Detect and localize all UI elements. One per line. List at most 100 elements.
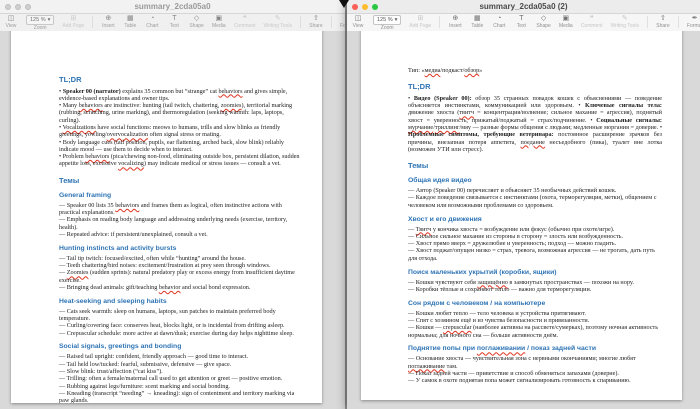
doc-paragraph[interactable]: — Коробки тёплые и сохраняют тепло — важ… — [408, 286, 662, 293]
title-bar[interactable]: summary_2cda05a0 (2) — [347, 0, 700, 14]
misspelled-word: crepuscular — [443, 324, 472, 331]
doc-paragraph[interactable]: • Видео (Speaker 00): обзор 35 странных … — [408, 95, 662, 153]
chart-icon: ◔ — [497, 15, 501, 23]
doc-paragraph[interactable]: — У самок в охоте поднятая попа может си… — [408, 377, 662, 384]
doc-heading[interactable]: Хвост и его движения — [408, 216, 662, 224]
toolbar-label: Insert — [102, 23, 115, 29]
doc-paragraph[interactable]: — Zoomies (sudden sprints): natural pred… — [59, 269, 302, 284]
doc-paragraph[interactable]: — Твитч у кончика хвоста = возбуждение и… — [408, 226, 662, 233]
doc-paragraph[interactable]: — Хвост поджат/опущен низко = страх, тре… — [408, 247, 662, 262]
toolbar-media-button[interactable]: ▣Media — [559, 15, 573, 29]
doc-paragraph[interactable]: — Кошки любят тепло — тело человека и ус… — [408, 310, 662, 317]
doc-paragraph[interactable]: — Repeated advice: if persistent/unexpla… — [59, 231, 302, 238]
share-icon: ⇧ — [660, 15, 666, 23]
doc-heading[interactable]: Social signals, greetings and bonding — [59, 343, 302, 351]
title-bar[interactable]: summary_2cda05a0 — [0, 0, 345, 14]
view-icon: ◫ — [355, 15, 362, 23]
misspelled-word: Твитч — [416, 226, 432, 233]
misspelled-word: твитч — [459, 109, 474, 116]
doc-heading[interactable]: General framing — [59, 192, 302, 200]
doc-paragraph[interactable]: — Kneading (transcript “needing” → knead… — [59, 390, 302, 403]
doc-paragraph[interactable]: — Curling/covering face: conserves heat,… — [59, 322, 302, 329]
shape-icon: ◇ — [194, 15, 199, 23]
doc-paragraph[interactable]: — Tail held low/tucked: fearful, submiss… — [59, 361, 302, 368]
doc-paragraph[interactable]: — Rubbing against legs/furniture: scent … — [59, 383, 302, 390]
doc-paragraph[interactable]: — Сильное сильное махание из стороны в с… — [408, 233, 662, 240]
toolbar-label: Chart — [146, 23, 158, 29]
doc-paragraph[interactable]: — Автор (Speaker 00) перечисляет и объяс… — [408, 187, 662, 194]
toolbar-chart-button[interactable]: ◔Chart — [145, 15, 159, 29]
doc-paragraph[interactable]: — Основание хвоста — чувствительная зона… — [408, 355, 662, 370]
doc-heading[interactable]: Heat-seeking and sleeping habits — [59, 298, 302, 306]
toolbar-view-button[interactable]: ◫View — [351, 15, 365, 29]
toolbar-label: Shape — [536, 23, 550, 29]
doc-paragraph[interactable]: — Trilling: often a female/maternal call… — [59, 375, 302, 382]
mouse-cursor — [339, 0, 349, 8]
document-page[interactable]: Тип: «медиа/подкаст/обзор» TL;DR • Видео (… — [361, 31, 682, 400]
toolbar-format-button[interactable]: ✒Format — [340, 15, 345, 29]
pages-window-left: summary_2cda05a0 ◫View125 %▾Zoom⊞Add Pag… — [0, 0, 345, 409]
toolbar-label: Table — [471, 23, 483, 29]
doc-heading[interactable]: Темы — [408, 162, 662, 171]
toolbar-shape-button[interactable]: ◇Shape — [536, 15, 550, 29]
doc-heading[interactable]: Поиск маленьких укрытий (коробки, ящики) — [408, 269, 662, 277]
doc-paragraph[interactable]: — Показ задней части — приветствие и спо… — [408, 370, 662, 377]
add-page-icon: ⊞ — [70, 15, 76, 23]
doc-heading[interactable]: Поднятие попы при поглаживании / показ з… — [408, 345, 662, 353]
doc-paragraph[interactable]: — Спят с хозяином ещё и из чувства безоп… — [408, 317, 662, 324]
doc-paragraph[interactable]: — Кошки — crepuscular (наиболее активны … — [408, 324, 662, 339]
doc-paragraph[interactable]: — Raised tail upright: confident, friend… — [59, 353, 302, 360]
doc-paragraph[interactable]: — Crepuscular schedule: more active at d… — [59, 330, 302, 337]
toolbar-media-button[interactable]: ▣Media — [212, 15, 226, 29]
toolbar-shape-button[interactable]: ◇Shape — [189, 15, 203, 29]
toolbar-text-button[interactable]: TText — [514, 15, 528, 29]
toolbar-share-button[interactable]: ⇧Share — [656, 15, 670, 29]
misspelled-word: zoomies — [221, 102, 242, 109]
doc-heading[interactable]: TL;DR — [408, 83, 662, 92]
doc-paragraph[interactable]: — Speaker 00 lists 35 behaviors and fram… — [59, 202, 302, 217]
doc-paragraph[interactable]: • Problem behaviors (pica/chewing non-fo… — [59, 153, 302, 168]
document-page[interactable]: TL;DR • Speaker 00 (narrator) explains 35… — [11, 31, 322, 403]
toolbar-view-button[interactable]: ◫View — [4, 15, 18, 29]
doc-heading[interactable]: TL;DR — [59, 76, 302, 85]
doc-paragraph[interactable]: — Хвост прямо вверх = дружелюбие и увере… — [408, 240, 662, 247]
toolbar-share-button[interactable]: ⇧Share — [309, 15, 323, 29]
doc-paragraph[interactable]: — Slow blink: trust/affection (“cat kiss… — [59, 368, 302, 375]
toolbar-table-button[interactable]: ▦Table — [123, 15, 137, 29]
add-page-icon: ⊞ — [417, 15, 423, 23]
toolbar-table-button[interactable]: ▦Table — [470, 15, 484, 29]
doc-paragraph[interactable]: — Каждое поведение связывается с инстинк… — [408, 194, 662, 209]
toolbar-comment-button: ❝Comment — [581, 15, 603, 29]
doc-paragraph[interactable]: — Cats seek warmth: sleep on humans, lap… — [59, 308, 302, 323]
toolbar-format-button[interactable]: ✒Format — [687, 15, 700, 29]
doc-paragraph[interactable]: Тип: «медиа/подкаст/обзор» — [408, 67, 662, 74]
doc-heading[interactable]: Темы — [59, 177, 302, 186]
toolbar-text-button[interactable]: TText — [167, 15, 181, 29]
doc-paragraph[interactable]: — Teeth chattering/bird noises: exciteme… — [59, 262, 302, 269]
toolbar-insert-button[interactable]: ⊕Insert — [448, 15, 462, 29]
misspelled-word: обзор — [464, 67, 479, 74]
toolbar-chart-button[interactable]: ◔Chart — [492, 15, 506, 29]
document-text: Тип: «медиа/подкаст/обзор» TL;DR • Видео (… — [408, 67, 662, 385]
comment-icon: ❝ — [590, 15, 594, 23]
zoom-dropdown[interactable]: 125 %▾ — [26, 15, 54, 25]
doc-heading[interactable]: Общая идея видео — [408, 177, 662, 185]
doc-paragraph[interactable]: — Кошки чувствуют себя защищённо в замкн… — [408, 279, 662, 286]
doc-paragraph[interactable]: • Body language cues (tail position, pup… — [59, 139, 302, 154]
doc-paragraph[interactable]: — Emphasis on reading body language and … — [59, 216, 302, 231]
doc-paragraph[interactable]: • Speaker 00 (narrator) explains 35 comm… — [59, 88, 302, 103]
doc-heading[interactable]: Hunting instincts and activity bursts — [59, 245, 302, 253]
doc-paragraph[interactable]: — Tail tip twitch: focused/excited, ofte… — [59, 255, 302, 262]
doc-paragraph[interactable]: — Bringing dead animals: gift/teaching b… — [59, 284, 302, 291]
zoom-dropdown[interactable]: 125 %▾ — [373, 15, 401, 25]
misspelled-word: behaviors — [218, 88, 242, 95]
doc-paragraph[interactable]: • Many behaviors are instinctive: huntin… — [59, 102, 302, 124]
doc-paragraph[interactable]: • Vocalizations have social functions: m… — [59, 124, 302, 139]
doc-heading[interactable]: Сон рядом с человеком / на компьютере — [408, 300, 662, 308]
misspelled-word: vocalizing — [118, 160, 144, 167]
toolbar-insert-button[interactable]: ⊕Insert — [101, 15, 115, 29]
format-icon: ✒ — [692, 15, 698, 23]
toolbar-zoom-button[interactable]: 125 %▾Zoom — [373, 15, 401, 31]
insert-icon: ⊕ — [452, 15, 458, 23]
toolbar-zoom-button[interactable]: 125 %▾Zoom — [26, 15, 54, 31]
